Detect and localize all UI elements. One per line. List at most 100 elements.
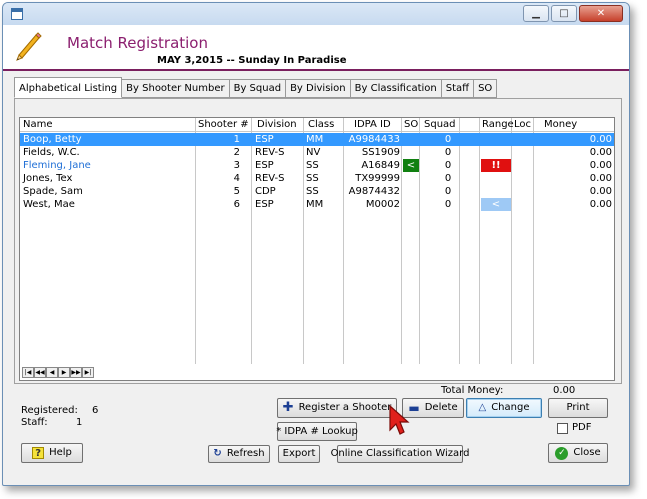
- cell-squad: 0: [444, 147, 452, 158]
- print-button[interactable]: Print: [548, 398, 608, 418]
- cell-name: West, Mae: [23, 199, 75, 210]
- prev-page-button[interactable]: ◀◀: [34, 367, 46, 378]
- idpa-lookup-button[interactable]: * IDPA # Lookup: [276, 422, 358, 441]
- last-record-button[interactable]: ▶|: [82, 367, 94, 378]
- cell-squad: 0: [444, 134, 452, 145]
- help-button[interactable]: ? Help: [21, 443, 83, 463]
- tab-by-shooter-number[interactable]: By Shooter Number: [122, 79, 230, 98]
- cell-shooter: 1: [233, 134, 240, 145]
- staff-count: 1: [76, 417, 83, 428]
- table-row[interactable]: Fleming, Jane 3 ESP SS A16849 < 0 !! 0.0…: [20, 159, 614, 172]
- close-button[interactable]: ✓ Close: [548, 443, 608, 463]
- cell-class: SS: [306, 173, 319, 184]
- range-indicator: <: [481, 198, 511, 211]
- grid-header: Name Shooter # Division Class IDPA ID SO…: [20, 118, 614, 132]
- triangle-up-icon: △: [478, 402, 487, 413]
- cell-name: Fields, W.C.: [23, 147, 80, 158]
- col-header-squad[interactable]: Squad: [424, 119, 456, 130]
- tab-staff[interactable]: Staff: [441, 79, 475, 98]
- col-header-name[interactable]: Name: [23, 119, 53, 130]
- check-icon: ✓: [555, 446, 569, 460]
- refresh-icon: ↻: [213, 448, 222, 459]
- delete-label: Delete: [424, 402, 458, 413]
- cell-idpa: SS1909: [361, 147, 400, 158]
- shooter-grid[interactable]: Name Shooter # Division Class IDPA ID SO…: [19, 117, 615, 381]
- next-record-button[interactable]: ▶: [58, 367, 70, 378]
- cell-name: Spade, Sam: [23, 186, 83, 197]
- export-label: Export: [282, 448, 316, 459]
- pdf-label: PDF: [572, 422, 592, 433]
- minimize-button[interactable]: ▁: [523, 5, 549, 22]
- cell-division: REV-S: [255, 147, 285, 158]
- pdf-checkbox[interactable]: [557, 423, 568, 434]
- cell-name: Fleming, Jane: [23, 160, 91, 171]
- register-shooter-button[interactable]: ✚ Register a Shooter: [277, 398, 397, 418]
- pencil-icon: [16, 32, 42, 61]
- cell-name: Jones, Tex: [23, 173, 73, 184]
- next-page-button[interactable]: ▶▶: [70, 367, 82, 378]
- change-button[interactable]: △ Change: [466, 398, 542, 418]
- cell-shooter: 4: [233, 173, 240, 184]
- delete-button[interactable]: ▬ Delete: [402, 398, 464, 418]
- range-warning-indicator: !!: [481, 159, 511, 172]
- col-header-range[interactable]: Range: [482, 119, 514, 130]
- tab-so[interactable]: SO: [474, 79, 498, 98]
- cell-idpa: M0002: [365, 199, 400, 210]
- col-header-money[interactable]: Money: [544, 119, 577, 130]
- close-window-button[interactable]: ✕: [579, 5, 623, 22]
- refresh-button[interactable]: ↻ Refresh: [208, 445, 270, 463]
- col-header-division[interactable]: Division: [257, 119, 297, 130]
- wizard-label: Online Classification Wizard: [330, 448, 470, 459]
- cell-shooter: 6: [233, 199, 240, 210]
- minus-icon: ▬: [408, 401, 420, 415]
- col-header-class[interactable]: Class: [308, 119, 334, 130]
- header: Match Registration MAY 3,2015 -- Sunday …: [3, 25, 629, 71]
- cell-division: REV-S: [255, 173, 285, 184]
- table-row[interactable]: West, Mae 6 ESP MM M0002 0 < 0.00: [20, 198, 614, 211]
- maximize-button[interactable]: □: [551, 5, 577, 22]
- cell-squad: 0: [444, 186, 452, 197]
- cell-class: MM: [306, 134, 324, 145]
- plus-icon: ✚: [282, 400, 294, 415]
- cell-idpa: A16849: [361, 160, 400, 171]
- cell-class: SS: [306, 186, 319, 197]
- export-button[interactable]: Export: [278, 445, 320, 463]
- prev-record-button[interactable]: ◀: [46, 367, 58, 378]
- registered-count: 6: [92, 405, 99, 416]
- cell-shooter: 3: [233, 160, 240, 171]
- table-row[interactable]: Boop, Betty 1 ESP MM A9984433 0 0.00: [20, 133, 614, 146]
- total-money-value: 0.00: [553, 385, 576, 396]
- idpa-lookup-label: * IDPA # Lookup: [276, 425, 358, 437]
- table-row[interactable]: Jones, Tex 4 REV-S SS TX99999 0 0.00: [20, 172, 614, 185]
- table-row[interactable]: Fields, W.C. 2 REV-S NV SS1909 0 0.00: [20, 146, 614, 159]
- tab-by-squad[interactable]: By Squad: [229, 79, 287, 98]
- help-icon: ?: [32, 447, 45, 459]
- col-header-loc[interactable]: Loc: [514, 119, 531, 130]
- table-row[interactable]: Spade, Sam 5 CDP SS A9874432 0 0.00: [20, 185, 614, 198]
- col-header-idpa-id[interactable]: IDPA ID: [354, 119, 391, 130]
- cell-class: NV: [306, 147, 321, 158]
- cell-idpa: A9984433: [348, 134, 400, 145]
- staff-label: Staff:: [21, 417, 48, 428]
- cell-shooter: 5: [233, 186, 240, 197]
- tab-alphabetical-listing[interactable]: Alphabetical Listing: [14, 77, 123, 98]
- cell-shooter: 2: [233, 147, 240, 158]
- registered-label: Registered:: [21, 405, 78, 416]
- title-bar[interactable]: ▁ □ ✕: [3, 3, 629, 25]
- col-header-so[interactable]: SO: [404, 119, 418, 130]
- first-record-button[interactable]: |◀: [22, 367, 34, 378]
- tab-by-classification[interactable]: By Classification: [350, 79, 442, 98]
- cell-idpa: TX99999: [355, 173, 400, 184]
- cell-idpa: A9874432: [348, 186, 400, 197]
- total-money-label: Total Money:: [441, 385, 504, 396]
- window-controls: ▁ □ ✕: [523, 5, 623, 22]
- tab-by-division[interactable]: By Division: [286, 79, 351, 98]
- cell-division: CDP: [255, 186, 276, 197]
- so-indicator: <: [403, 159, 419, 172]
- cell-money: 0.00: [589, 173, 612, 184]
- cell-class: SS: [306, 160, 319, 171]
- col-header-shooter[interactable]: Shooter #: [198, 119, 249, 130]
- cell-money: 0.00: [589, 199, 612, 210]
- help-label: Help: [49, 447, 72, 458]
- online-classification-wizard-button[interactable]: Online Classification Wizard: [331, 445, 469, 463]
